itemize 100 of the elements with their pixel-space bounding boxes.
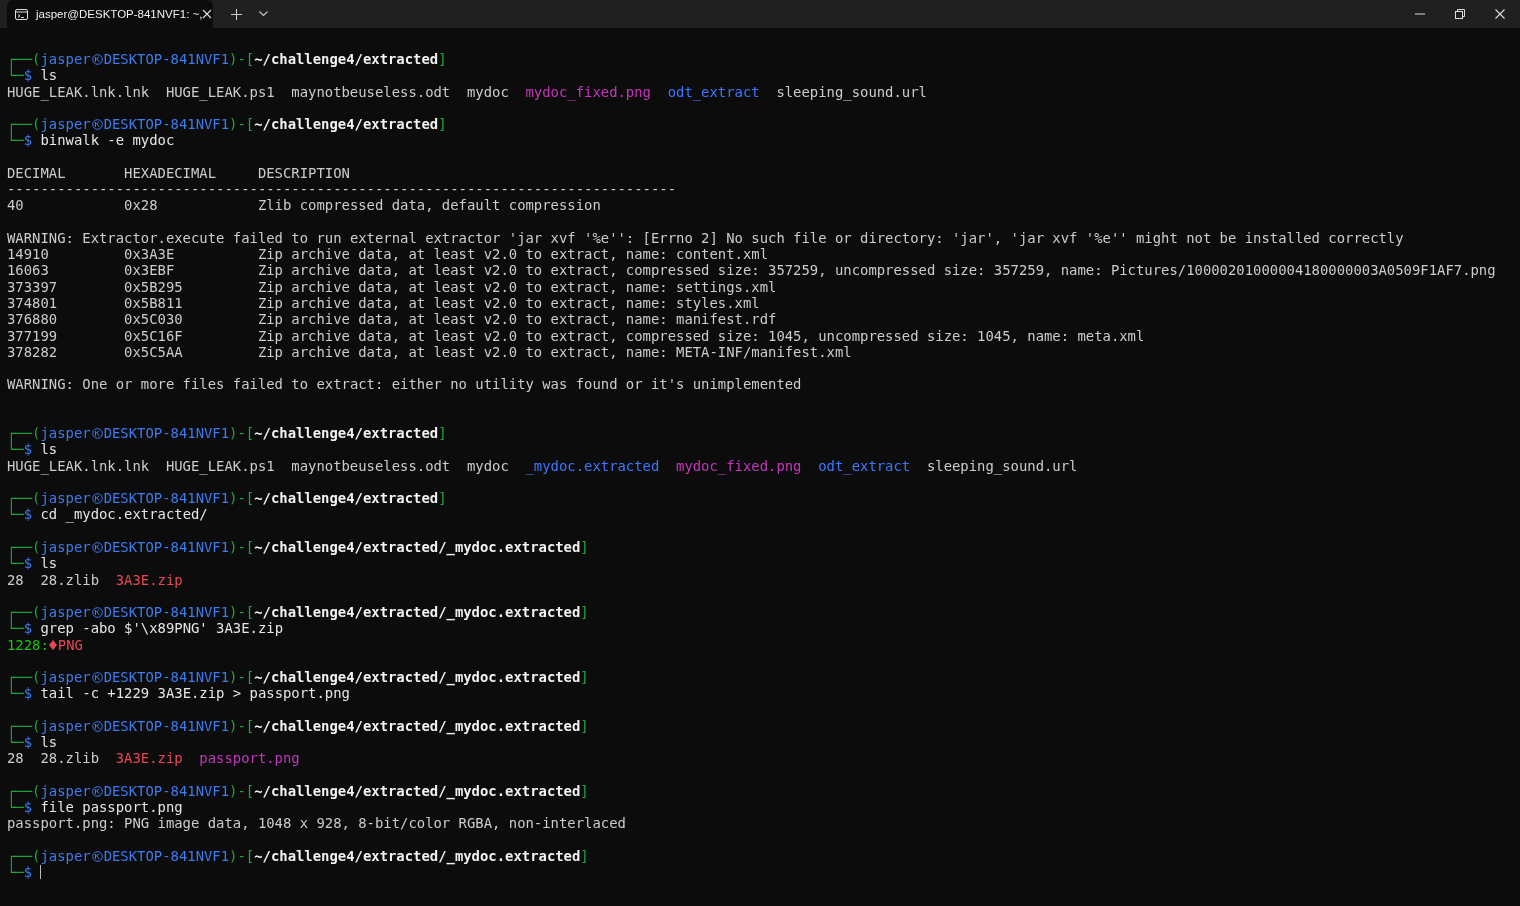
prompt-frame: └─ [7,441,24,458]
file-name: maynotbeuseless.odt [291,83,451,100]
circled-symbol-icon [91,671,103,683]
prompt-frame: └─ [7,864,24,881]
prompt-host: DESKTOP-841NVF1 [103,604,230,621]
output-text: WARNING: One or more files failed to extract: either no utility was found or it's unimplemented [7,376,802,393]
file-name: passport.png [199,750,300,767]
prompt-frame: ┌──( [7,604,41,621]
prompt-frame: ┌──( [7,490,41,507]
file-name: mydoc [466,83,509,100]
file-name: mydoc_fixed.png [525,83,651,100]
prompt-host: DESKTOP-841NVF1 [103,425,230,442]
prompt-frame: └─ [7,506,24,523]
output-text: 40 0x28 Zlib compressed data, default compression [7,197,601,214]
file-name: 28.zlib [40,571,99,588]
output-text: 373397 0x5B295 Zip archive data, at least v2.0 to extract, name: settings.xml [7,278,777,295]
circled-symbol-icon [91,850,103,862]
prompt-user: jasper [40,669,91,686]
file-name: odt_extract [667,83,760,100]
file-name: 28 [7,750,24,767]
prompt-host: DESKTOP-841NVF1 [103,717,230,735]
prompt-frame: ] [580,848,589,865]
file-name: HUGE_LEAK.ps1 [165,83,275,100]
prompt-frame: ┌──( [7,717,41,735]
output-text: 1228: [7,636,49,653]
prompt-sigil: $ [23,620,33,637]
prompt-frame: └─ [7,685,24,702]
prompt-frame: ┌──( [7,782,41,800]
prompt-path: ~/challenge4/extracted/_mydoc.extracted [254,848,581,865]
file-name: sleeping_sound.url [926,457,1078,474]
prompt-user: jasper [40,51,91,68]
command-text: ls [40,441,58,458]
prompt-frame: ] [580,538,589,556]
output-text: 374801 0x5B811 Zip archive data, at least v2.0 to extract, name: styles.xml [7,295,760,312]
prompt-frame: )-[ [229,848,255,865]
circled-symbol-icon [91,541,103,553]
dropdown-icon[interactable] [259,11,268,17]
new-tab-icon[interactable] [231,8,242,20]
prompt-frame: └─ [7,132,24,149]
prompt-host: DESKTOP-841NVF1 [103,51,230,68]
prompt-path: ~/challenge4/extracted/_mydoc.extracted [254,669,581,686]
close-tab-icon[interactable] [202,9,213,19]
restore-icon[interactable] [1455,9,1465,19]
command-text: binwalk -e mydoc [40,132,175,149]
prompt-frame: )-[ [229,782,255,800]
prompt-sigil: $ [23,132,33,149]
file-name: mydoc [466,457,509,474]
terminal-icon [15,8,28,20]
prompt-frame: ┌──( [7,848,41,865]
prompt-user: jasper [40,425,91,442]
prompt-host: DESKTOP-841NVF1 [103,782,230,800]
command-text: ls [40,555,58,572]
file-name: HUGE_LEAK.lnk.lnk [7,83,150,100]
prompt-host: DESKTOP-841NVF1 [103,490,230,507]
prompt-frame: └─ [7,734,24,751]
prompt-user: jasper [40,604,91,621]
file-name: 28 [7,571,24,588]
prompt-user: jasper [40,717,91,735]
command-text: grep -abo $'\x89PNG' 3A3E.zip [40,620,283,637]
prompt-user: jasper [40,538,91,556]
prompt-frame: )-[ [229,717,255,735]
prompt-frame: )-[ [229,116,255,133]
close-icon[interactable] [1495,9,1505,19]
prompt-user: jasper [40,848,91,865]
prompt-frame: ] [580,604,589,621]
prompt-frame: └─ [7,799,24,816]
prompt-path: ~/challenge4/extracted [254,51,439,68]
prompt-frame: └─ [7,555,24,572]
prompt-user: jasper [40,116,91,133]
command-text: cd _mydoc.extracted/ [40,506,208,523]
file-name: 3A3E.zip [115,750,183,767]
file-name: 3A3E.zip [115,571,183,588]
command-text: ls [40,734,58,751]
prompt-user: jasper [40,490,91,507]
command-text: tail -c +1229 3A3E.zip > passport.png [40,685,350,702]
file-name: 28.zlib [40,750,99,767]
prompt-frame: └─ [7,620,24,637]
prompt-path: ~/challenge4/extracted/_mydoc.extracted [254,538,581,556]
prompt-frame: )-[ [229,669,255,686]
output-text: 377199 0x5C16F Zip archive data, at least v2.0 to extract, compressed size: 1045, uncompressed size: 1045, name: meta.xml [7,327,1145,344]
prompt-frame: ┌──( [7,669,41,686]
prompt-frame: )-[ [229,538,255,556]
prompt-sigil: $ [23,441,33,458]
file-name: odt_extract [818,457,911,474]
output-text: 376880 0x5C030 Zip archive data, at least v2.0 to extract, name: manifest.rdf [7,311,777,328]
prompt-frame: ] [438,490,447,507]
prompt-sigil: $ [23,734,33,751]
output-text: 14910 0x3A3E Zip archive data, at least v2.0 to extract, name: content.xml [7,246,769,263]
terminal-tab[interactable]: jasper@DESKTOP-841NVF1: ~, [7,0,213,28]
prompt-frame: ] [580,717,589,735]
prompt-frame: )-[ [229,51,255,68]
output-text: DECIMAL HEXADECIMAL DESCRIPTION [7,164,350,182]
file-name: HUGE_LEAK.ps1 [165,457,275,474]
file-name: _mydoc.extracted [525,457,660,474]
prompt-frame: ] [438,116,447,133]
output-text: -------------------------------------------------------------------------------- [7,181,677,198]
prompt-path: ~/challenge4/extracted/_mydoc.extracted [254,782,581,800]
prompt-path: ~/challenge4/extracted/_mydoc.extracted [254,717,581,735]
file-name: sleeping_sound.url [776,83,927,100]
circled-symbol-icon [91,118,103,130]
